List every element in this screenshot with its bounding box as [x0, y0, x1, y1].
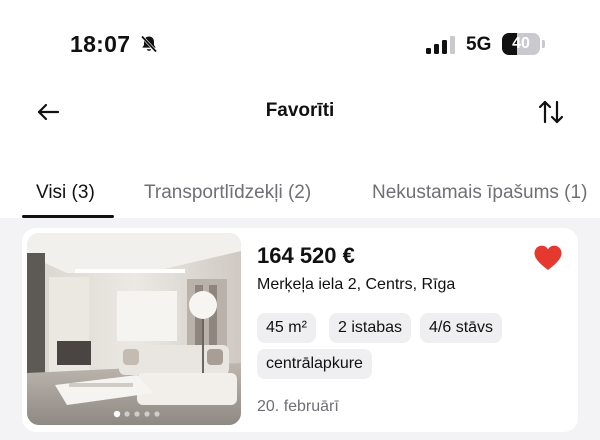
category-tabs: Visi (3) Transportlīdzekļi (2) Nekustama…: [0, 170, 600, 219]
status-time: 18:07: [70, 31, 131, 57]
feature-chip-heating: centrālapkure: [257, 349, 372, 379]
tab-real-estate[interactable]: Nekustamais īpašums (1): [372, 182, 587, 204]
status-bar: 18:07 5G 40: [0, 0, 600, 88]
page-title: Favorīti: [265, 100, 335, 121]
listing-price: 164 520 €: [257, 243, 355, 268]
listing-date: 20. februārī: [257, 398, 339, 415]
feature-chip-area: 45 m²: [257, 313, 316, 343]
photo-dot: [113, 410, 121, 418]
sort-arrows-icon[interactable]: [536, 98, 566, 126]
tab-all[interactable]: Visi (3): [36, 182, 95, 204]
listing-photo[interactable]: [27, 233, 241, 425]
bell-slash-icon: [139, 34, 159, 54]
network-type: 5G: [466, 34, 492, 55]
battery-icon: 40: [502, 33, 546, 55]
heart-icon[interactable]: [533, 244, 563, 272]
feature-chip-floor: 4/6 stāvs: [420, 313, 503, 343]
listing-address: Merķeļa iela 2, Centrs, Rīga: [257, 276, 456, 293]
tab-vehicles[interactable]: Transportlīdzekļi (2): [144, 182, 311, 204]
battery-percent: 40: [512, 35, 530, 52]
feature-chip-rooms: 2 istabas: [329, 313, 412, 343]
photo-dot: [154, 411, 160, 417]
photo-pagination-dots: [113, 410, 160, 418]
photo-dot: [144, 411, 150, 417]
cellular-signal-icon: [426, 36, 456, 54]
photo-dot: [124, 411, 130, 417]
photo-dot: [134, 411, 140, 417]
